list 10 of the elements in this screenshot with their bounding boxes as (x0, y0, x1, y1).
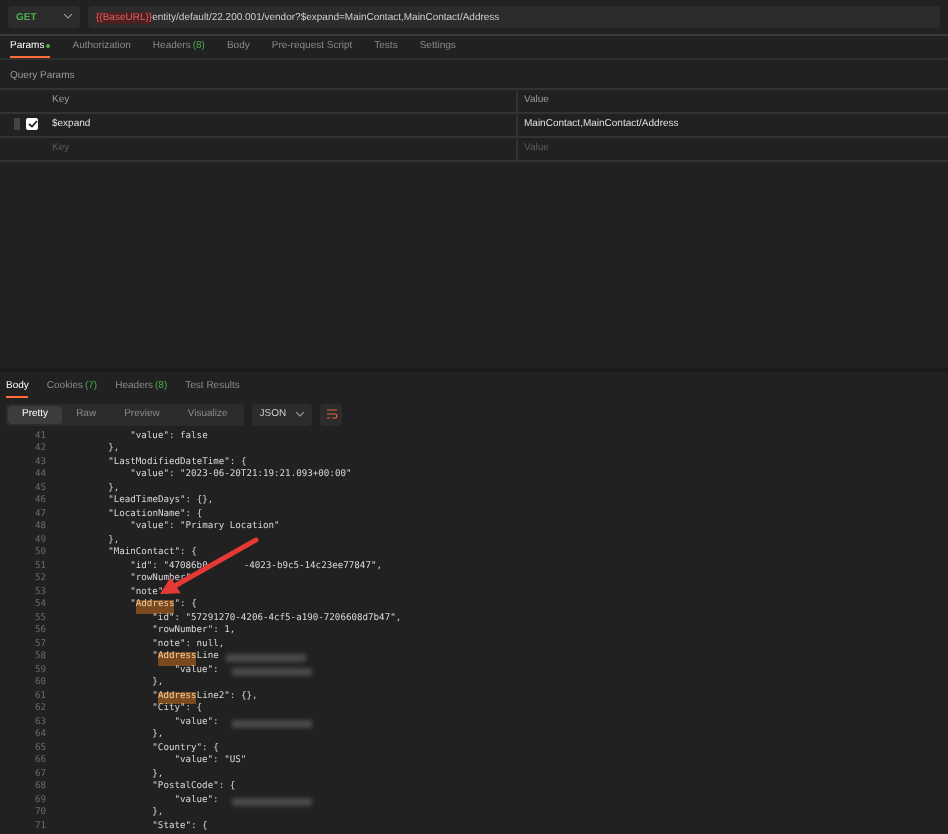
wrap-button[interactable] (320, 403, 343, 425)
checkbox[interactable] (26, 118, 38, 131)
chevron-down-icon (64, 14, 72, 20)
blurred-text (232, 719, 313, 728)
chevron-down-icon (296, 411, 305, 417)
blurred-text (226, 654, 307, 663)
blurred-text (232, 667, 313, 676)
drag-handle-icon[interactable] (14, 118, 20, 131)
blurred-text (232, 797, 313, 806)
wrap-lines-icon (325, 408, 338, 420)
